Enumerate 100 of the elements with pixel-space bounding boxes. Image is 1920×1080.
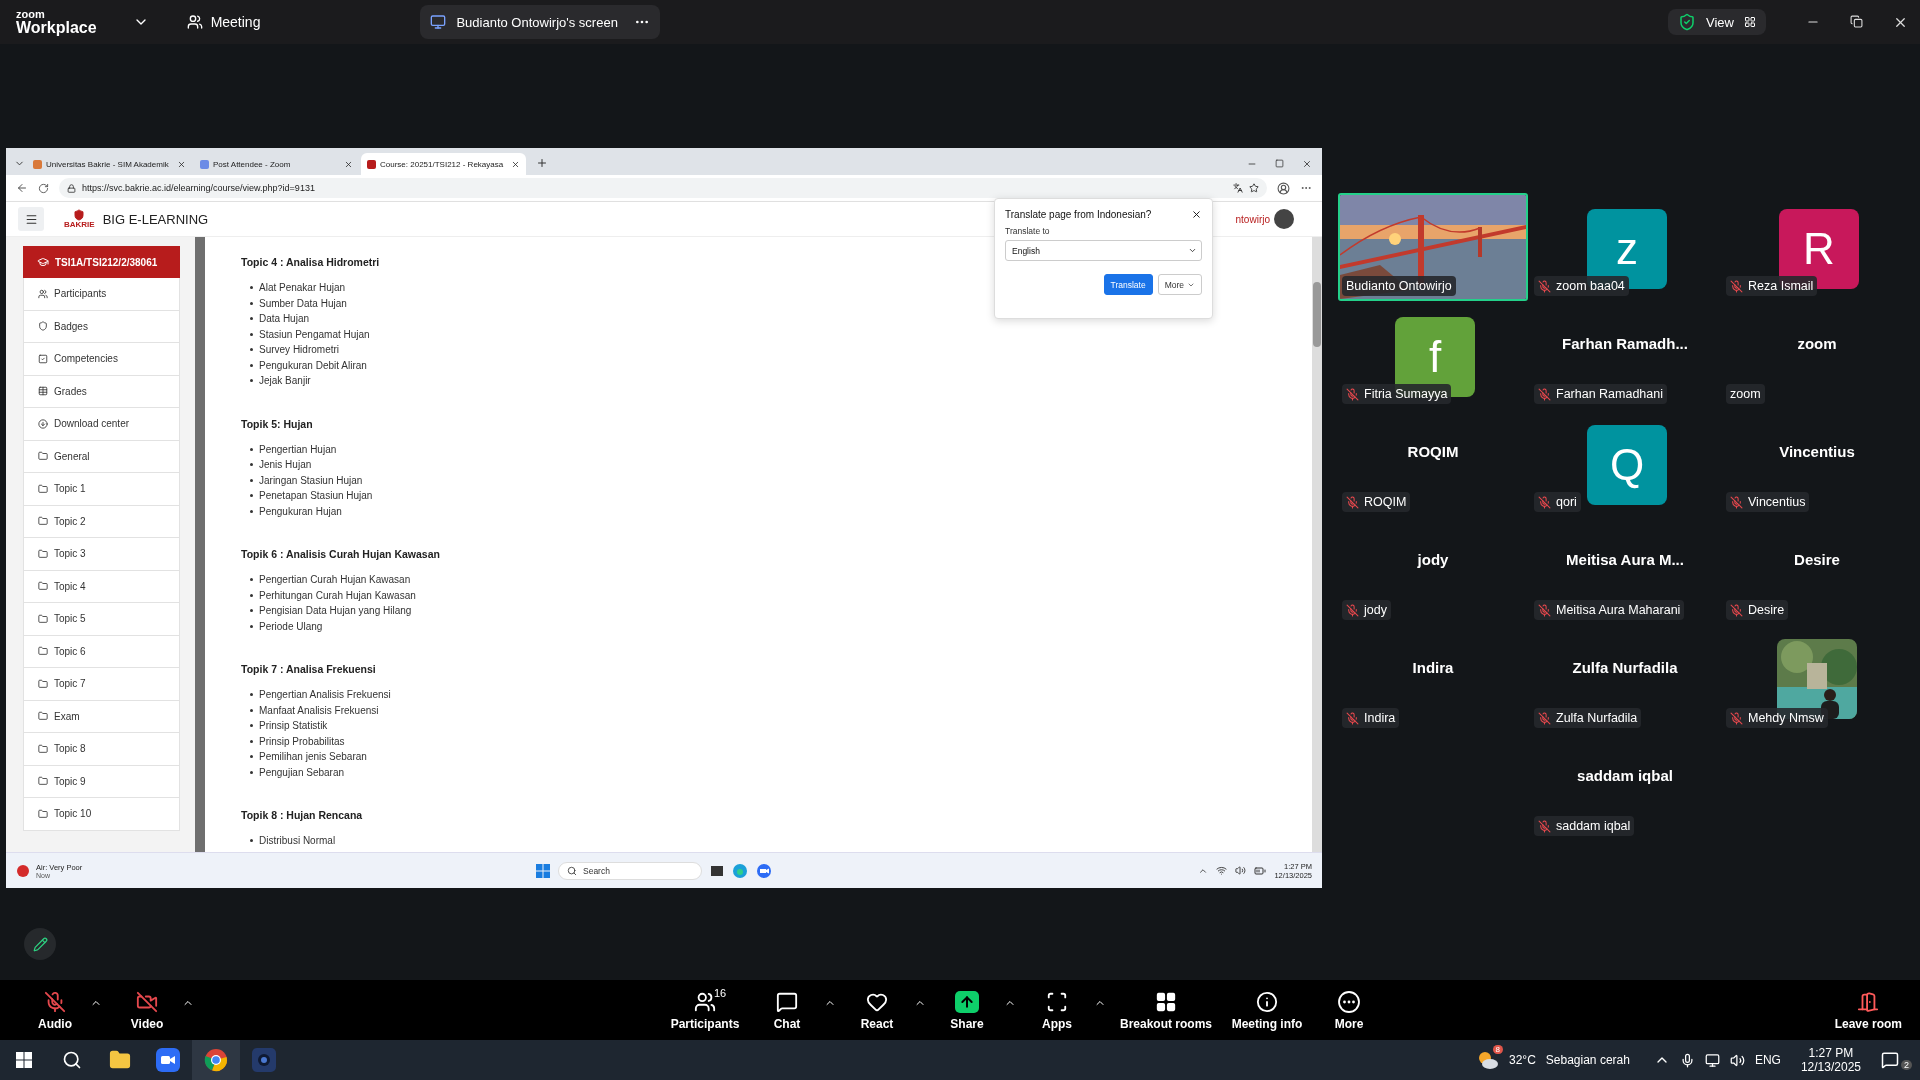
- participant-tile[interactable]: zoom zoom: [1722, 301, 1912, 409]
- translate-button[interactable]: Translate: [1103, 274, 1153, 295]
- meeting-label[interactable]: Meeting: [210, 14, 261, 30]
- folder-icon: [38, 548, 48, 559]
- nav-item[interactable]: Topic 3: [23, 538, 180, 571]
- temperature[interactable]: 32°C: [1509, 1053, 1536, 1067]
- toolbar-button[interactable]: Meeting info: [1222, 989, 1313, 1031]
- shared-screen-tab[interactable]: Budianto Ontowirjo's screen: [420, 5, 661, 39]
- battery-icon[interactable]: [1254, 864, 1267, 877]
- participant-tile[interactable]: Indira Indira: [1338, 625, 1528, 733]
- toolbar-button[interactable]: React: [844, 989, 910, 1031]
- participant-tile[interactable]: Desire Desire: [1722, 517, 1912, 625]
- participant-tile[interactable]: R Reza Ismail: [1722, 193, 1912, 301]
- new-tab-icon[interactable]: [536, 157, 548, 169]
- view-button[interactable]: View: [1668, 9, 1766, 35]
- nav-item[interactable]: Download center: [23, 408, 180, 441]
- participant-tile[interactable]: Q qori: [1530, 409, 1720, 517]
- pencil-icon: [32, 936, 48, 952]
- nav-item[interactable]: Topic 7: [23, 668, 180, 701]
- browser-tab[interactable]: Universitas Bakrie - SIM Akademik: [27, 153, 192, 175]
- participant-tile[interactable]: Zulfa Nurfadila Zulfa Nurfadila: [1530, 625, 1720, 733]
- nav-item[interactable]: Exam: [23, 700, 180, 733]
- address-field[interactable]: https://svc.bakrie.ac.id/elearning/course/view.php?id=9131: [59, 178, 1267, 198]
- nav-item[interactable]: Topic 6: [23, 635, 180, 668]
- volume-icon[interactable]: [1729, 1052, 1745, 1068]
- clock[interactable]: 1:27 PM 12/13/2025: [1800, 1046, 1861, 1074]
- nav-item[interactable]: Topic 2: [23, 505, 180, 538]
- weather-text[interactable]: Sebagian cerah: [1545, 1053, 1630, 1067]
- profile-icon[interactable]: [1277, 181, 1290, 195]
- close-icon[interactable]: [511, 159, 520, 169]
- browser-icon[interactable]: [192, 1040, 240, 1080]
- course-heading[interactable]: TSI1A/TSI212/2/38061: [23, 246, 180, 278]
- door-icon: [1857, 990, 1880, 1013]
- toolbar-button[interactable]: Chat: [754, 989, 820, 1031]
- audio-button[interactable]: Audio: [20, 989, 90, 1031]
- browser-tab[interactable]: Post Attendee - Zoom: [194, 153, 359, 175]
- toolbar-button[interactable]: 16 Participants: [660, 989, 750, 1031]
- participant-tile[interactable]: Mehdy Nmsw: [1722, 625, 1912, 733]
- topic-item: Prinsip Probabilitas: [250, 733, 1312, 749]
- back-icon[interactable]: [16, 182, 28, 194]
- participant-tile[interactable]: Vincentius Vincentius: [1722, 409, 1912, 517]
- leave-button[interactable]: Leave room: [1828, 989, 1908, 1031]
- toolbar-button[interactable]: Apps: [1024, 989, 1090, 1031]
- nav-item[interactable]: Badges: [23, 310, 180, 343]
- user-avatar[interactable]: [1274, 209, 1294, 229]
- nav-item[interactable]: Participants: [23, 278, 180, 311]
- nav-item[interactable]: Topic 9: [23, 765, 180, 798]
- toolbar-button[interactable]: Share: [934, 989, 1000, 1031]
- notification-icon[interactable]: [1881, 1051, 1899, 1069]
- close-icon[interactable]: [344, 159, 353, 169]
- close-icon[interactable]: [1191, 209, 1202, 220]
- nav-item[interactable]: Topic 10: [23, 798, 180, 831]
- more-button[interactable]: More: [1157, 274, 1202, 295]
- browser-tab[interactable]: Course: 20251/TSI212 - Rekayasa: [361, 153, 526, 175]
- menu-button[interactable]: [18, 207, 44, 231]
- participant-tile[interactable]: Budianto Ontowirjo: [1338, 193, 1528, 301]
- participant-tile[interactable]: jody jody: [1338, 517, 1528, 625]
- participant-tile[interactable]: ROQIM ROQIM: [1338, 409, 1528, 517]
- user-name[interactable]: ntowirjo: [1235, 213, 1270, 225]
- name-label: Reza Ismail: [1726, 276, 1818, 296]
- nav-item[interactable]: Topic 5: [23, 603, 180, 636]
- annotate-button[interactable]: [24, 928, 56, 960]
- close-icon[interactable]: [177, 159, 186, 169]
- nav-item[interactable]: Topic 1: [23, 473, 180, 506]
- topic-item: Pengertian Curah Hujan Kawasan: [250, 572, 1312, 588]
- translate-icon[interactable]: [1233, 183, 1243, 193]
- app-icon[interactable]: [710, 863, 724, 878]
- name-label: Farhan Ramadhani: [1534, 384, 1667, 404]
- participant-tile[interactable]: Meitisa Aura M... Meitisa Aura Maharani: [1530, 517, 1720, 625]
- participant-tile[interactable]: z zoom baa04: [1530, 193, 1720, 301]
- participant-tile[interactable]: saddam iqbal saddam iqbal: [1530, 733, 1720, 841]
- participant-name: jody: [1416, 551, 1450, 568]
- wifi-icon[interactable]: [1216, 865, 1228, 876]
- participant-tile[interactable]: Farhan Ramadh... Farhan Ramadhani: [1530, 301, 1720, 409]
- weather-icon[interactable]: [1477, 1050, 1499, 1070]
- scrollbar-thumb[interactable]: [1313, 282, 1321, 347]
- topic-item: Survey Hidrometri: [250, 342, 1312, 358]
- toolbar-button[interactable]: Breakout rooms: [1114, 989, 1219, 1031]
- maximize-icon[interactable]: [1275, 159, 1284, 168]
- users-icon: [38, 288, 48, 299]
- nav-item[interactable]: Topic 8: [23, 733, 180, 766]
- toolbar-button[interactable]: More: [1316, 989, 1383, 1031]
- name-label: Vincentius: [1726, 492, 1810, 512]
- star-icon[interactable]: [1249, 183, 1259, 193]
- network-icon[interactable]: [1704, 1052, 1720, 1068]
- mic-icon[interactable]: [1679, 1052, 1695, 1068]
- nav-item[interactable]: Grades: [23, 375, 180, 408]
- shield-icon: [1678, 13, 1697, 31]
- nav-item[interactable]: General: [23, 440, 180, 473]
- scrollbar[interactable]: [195, 237, 205, 852]
- language-select[interactable]: English: [1005, 240, 1202, 261]
- participant-tile[interactable]: f Fitria Sumayya: [1338, 301, 1528, 409]
- restore-icon[interactable]: [1850, 14, 1863, 28]
- reload-icon[interactable]: [38, 182, 49, 194]
- input-language[interactable]: ENG: [1754, 1053, 1781, 1067]
- nav-item[interactable]: Topic 4: [23, 570, 180, 603]
- nav-item[interactable]: Competencies: [23, 343, 180, 376]
- close-icon[interactable]: [1302, 159, 1312, 169]
- video-button[interactable]: Video: [112, 989, 182, 1031]
- search-field[interactable]: Search: [558, 861, 702, 880]
